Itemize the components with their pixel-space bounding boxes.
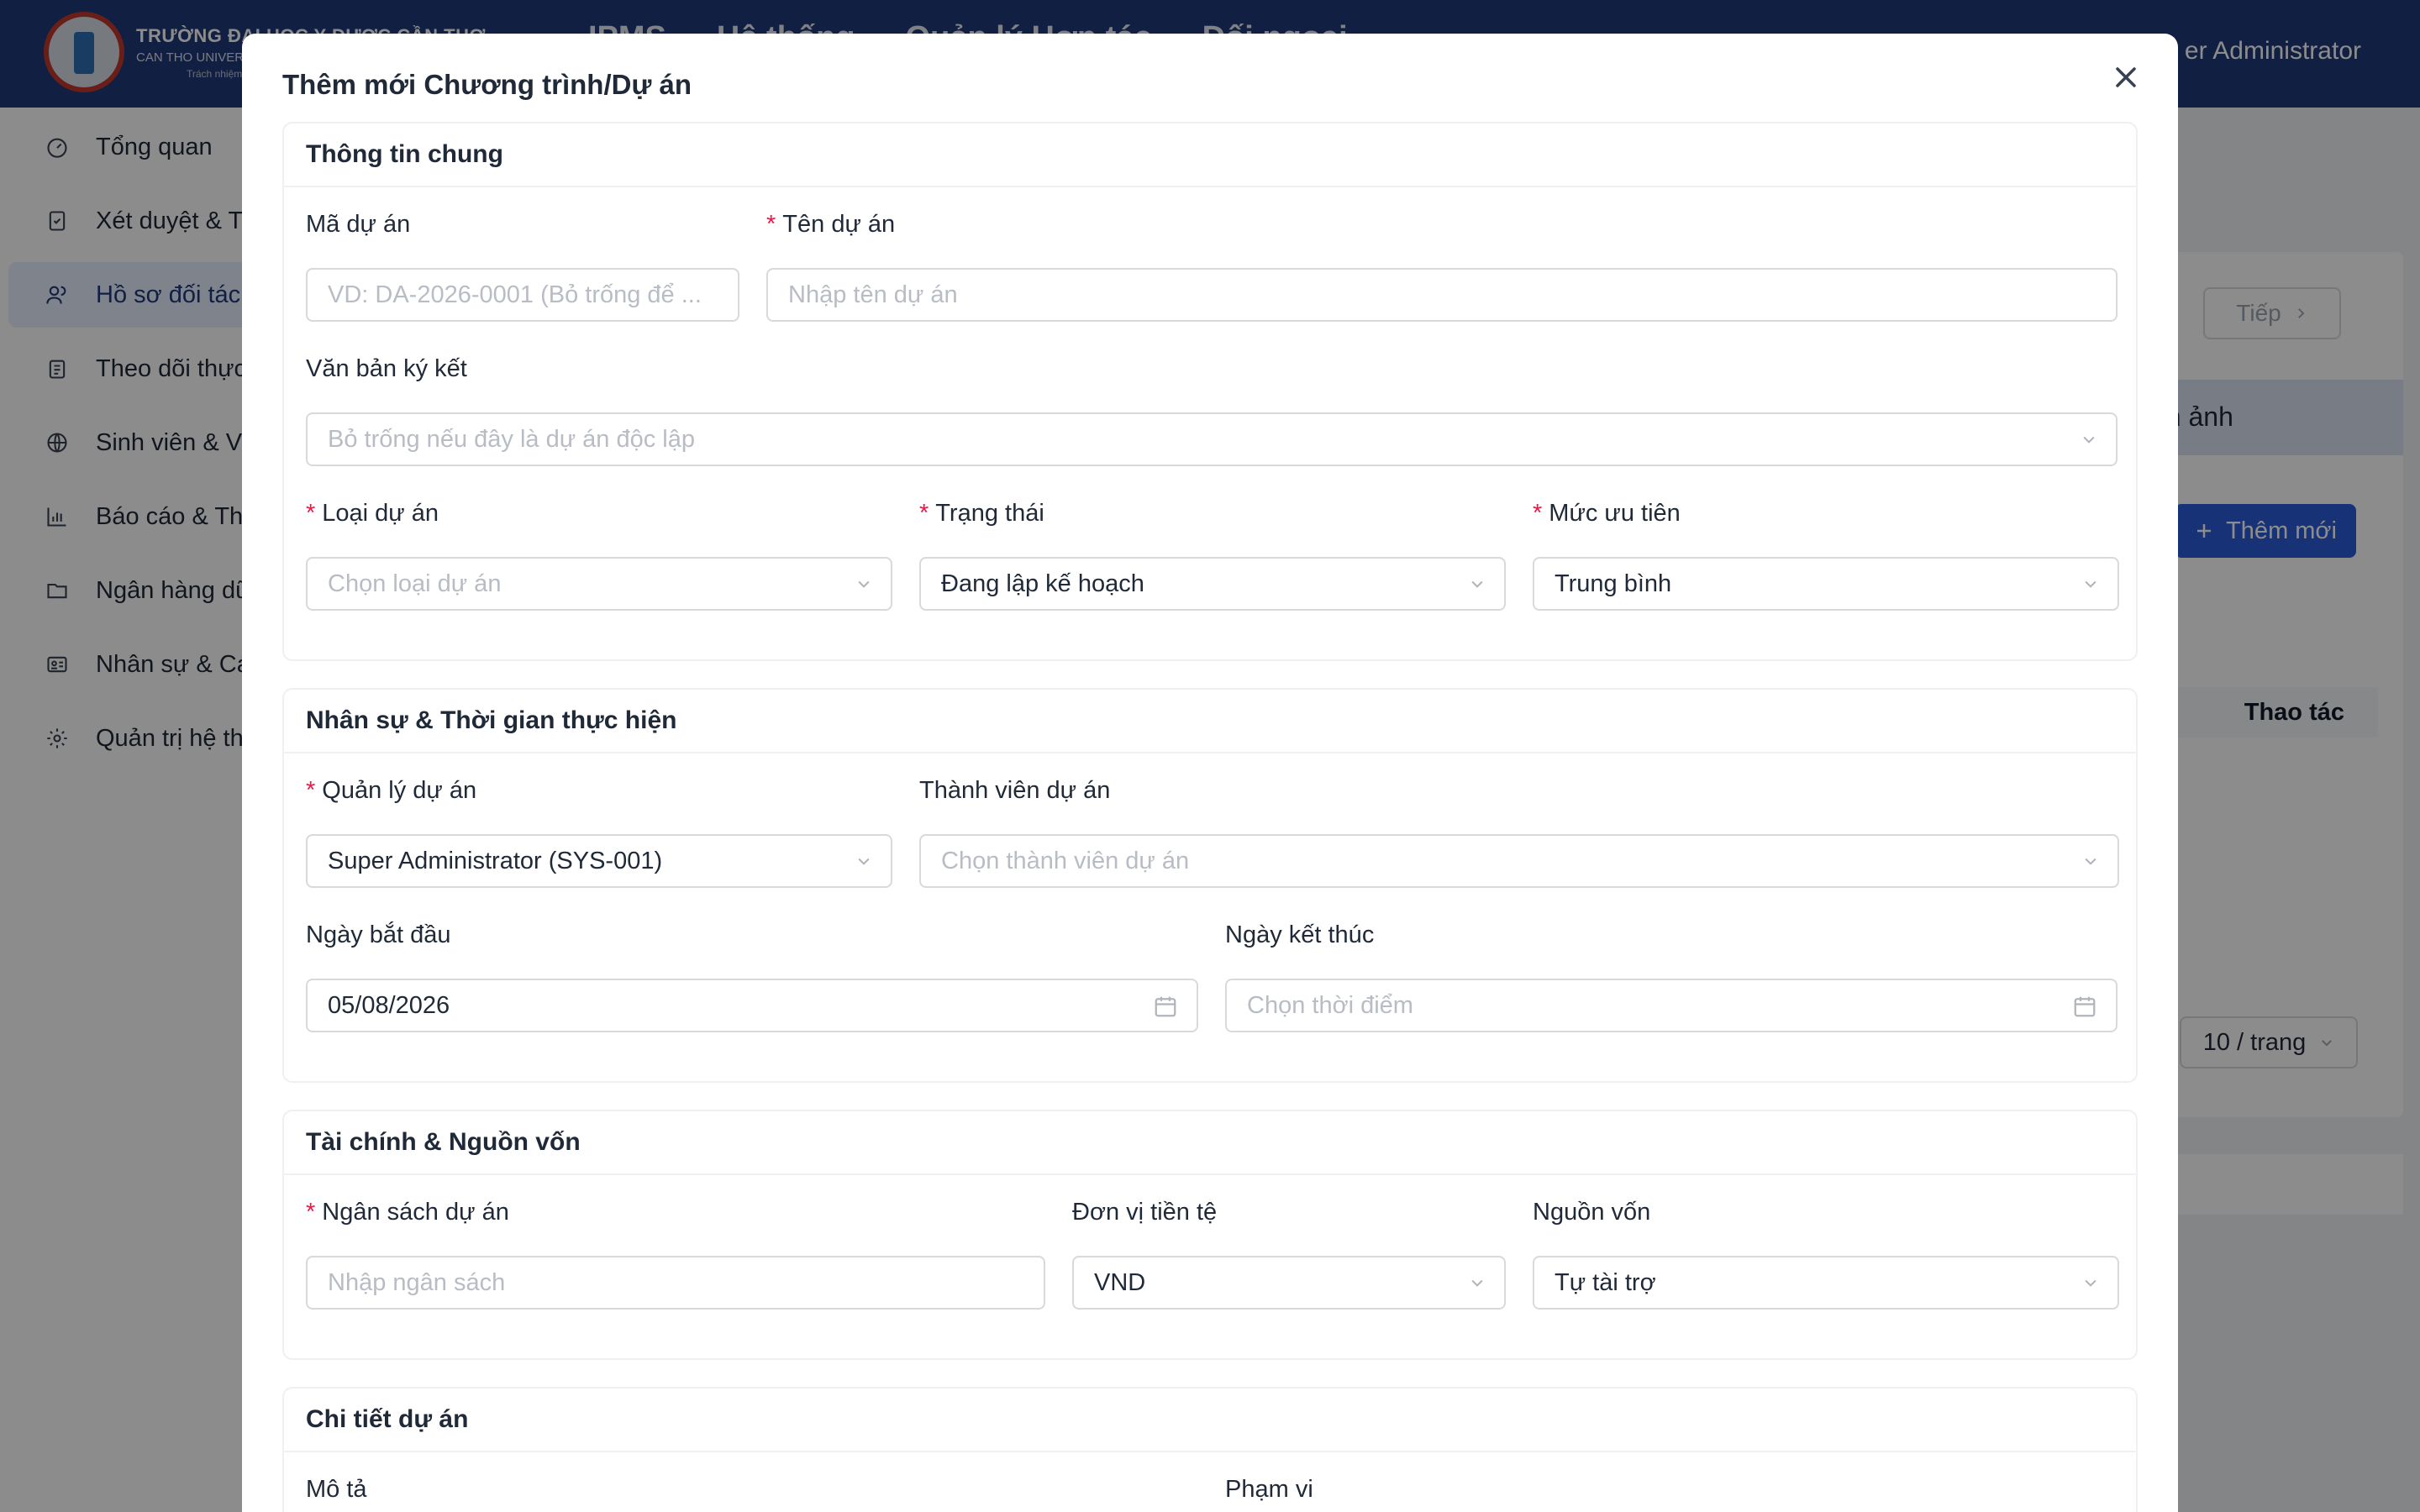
field-label: Ngày bắt đầu [306,921,451,948]
selected-value: 05/08/2026 [328,991,450,1019]
field-label: Mã dự án [306,211,411,238]
required-mark: * [1533,500,1543,527]
chevron-down-icon [1471,1279,1483,1287]
field-project-code: Mã dự án VD: DA-2026-0001 (Bỏ trống để .… [306,209,739,322]
section-title: Chi tiết dự án [284,1389,2136,1452]
field-label: Ngày kết thúc [1225,921,1375,948]
chevron-down-icon [2085,858,2096,865]
budget-input[interactable]: Nhập ngân sách [306,1256,1045,1310]
field-budget: * Ngân sách dự án Nhập ngân sách [306,1197,1045,1310]
selected-value: VND [1094,1268,1146,1296]
field-label: Mức ưu tiên [1549,500,1681,527]
field-status: * Trạng thái Đang lập kế hoạch [919,498,1506,611]
calendar-icon [1155,996,1176,1017]
modal-title: Thêm mới Chương trình/Dự án [282,69,692,100]
field-label: Trạng thái [935,500,1044,527]
end-date-picker[interactable]: Chọn thời điểm [1225,979,2118,1032]
signed-document-select[interactable]: Bỏ trống nếu đây là dự án độc lập [306,412,2118,466]
chevron-down-icon [2085,580,2096,588]
chevron-down-icon [2083,436,2095,444]
field-label: Quản lý dự án [322,777,477,804]
chevron-down-icon [2085,1279,2096,1287]
selected-value: Đang lập kế hoạch [941,570,1144,597]
project-manager-select[interactable]: Super Administrator (SYS-001) [306,834,892,888]
funding-source-select[interactable]: Tự tài trợ [1533,1256,2119,1310]
selected-value: Super Administrator (SYS-001) [328,847,663,874]
project-type-select[interactable]: Chọn loại dự án [306,557,892,611]
section-finance: Tài chính & Nguồn vốn * Ngân sách dự án N… [282,1110,2138,1360]
field-description: Mô tả [306,1474,1198,1504]
section-title: Nhân sự & Thời gian thực hiện [284,690,2136,753]
calendar-icon [2074,996,2096,1017]
start-date-picker[interactable]: 05/08/2026 [306,979,1198,1032]
field-label: Thành viên dự án [919,777,1111,804]
close-icon[interactable] [2106,57,2146,97]
placeholder-text: Chọn loại dự án [328,570,502,597]
field-scope: Phạm vi [1225,1474,2118,1504]
placeholder-text: Chọn thời điểm [1247,991,1413,1019]
project-members-select[interactable]: Chọn thành viên dự án [919,834,2119,888]
chevron-down-icon [858,580,870,588]
placeholder-text: Nhập ngân sách [328,1268,506,1296]
placeholder-text: VD: DA-2026-0001 (Bỏ trống để ... [328,281,702,308]
chevron-down-icon [1471,580,1483,588]
field-end-date: Ngày kết thúc Chọn thời điểm [1225,920,2118,1032]
status-select[interactable]: Đang lập kế hoạch [919,557,1506,611]
field-project-type: * Loại dự án Chọn loại dự án [306,498,892,611]
section-title: Thông tin chung [284,123,2136,187]
required-mark: * [306,777,316,804]
placeholder-text: Bỏ trống nếu đây là dự án độc lập [328,425,695,453]
field-label: Ngân sách dự án [322,1199,509,1226]
field-label: Văn bản ký kết [306,355,467,382]
priority-select[interactable]: Trung bình [1533,557,2119,611]
add-project-modal: Thêm mới Chương trình/Dự án Thông tin ch… [242,34,2178,1512]
section-title: Tài chính & Nguồn vốn [284,1111,2136,1175]
field-label: Tên dự án [782,211,896,238]
field-label: Nguồn vốn [1533,1199,1651,1226]
placeholder-text: Nhập tên dự án [788,281,958,308]
project-code-input[interactable]: VD: DA-2026-0001 (Bỏ trống để ... [306,268,739,322]
field-signed-document: Văn bản ký kết Bỏ trống nếu đây là dự án… [306,354,2118,466]
selected-value: Trung bình [1555,570,1672,597]
selected-value: Tự tài trợ [1555,1268,1656,1296]
field-project-name: * Tên dự án Nhập tên dự án [766,209,2118,322]
field-funding-source: Nguồn vốn Tự tài trợ [1533,1197,2119,1310]
chevron-down-icon [858,858,870,865]
section-project-detail: Chi tiết dự án Mô tả Phạm vi [282,1387,2138,1512]
field-label: Mô tả [306,1476,367,1503]
required-mark: * [766,211,776,238]
field-label: Đơn vị tiền tệ [1072,1199,1218,1226]
currency-select[interactable]: VND [1072,1256,1506,1310]
section-staff-time: Nhân sự & Thời gian thực hiện * Quản lý d… [282,688,2138,1083]
field-priority: * Mức ưu tiên Trung bình [1533,498,2119,611]
required-mark: * [306,500,316,527]
section-general-info: Thông tin chung Mã dự án VD: DA-2026-000… [282,122,2138,661]
required-mark: * [306,1199,316,1226]
project-name-input[interactable]: Nhập tên dự án [766,268,2118,322]
field-currency: Đơn vị tiền tệ VND [1072,1197,1506,1310]
field-project-manager: * Quản lý dự án Super Administrator (SYS-… [306,775,892,888]
field-project-members: Thành viên dự án Chọn thành viên dự án [919,775,2119,888]
required-mark: * [919,500,929,527]
field-label: Loại dự án [322,500,439,527]
placeholder-text: Chọn thành viên dự án [941,847,1190,874]
field-label: Phạm vi [1225,1476,1313,1503]
field-start-date: Ngày bắt đầu 05/08/2026 [306,920,1198,1032]
